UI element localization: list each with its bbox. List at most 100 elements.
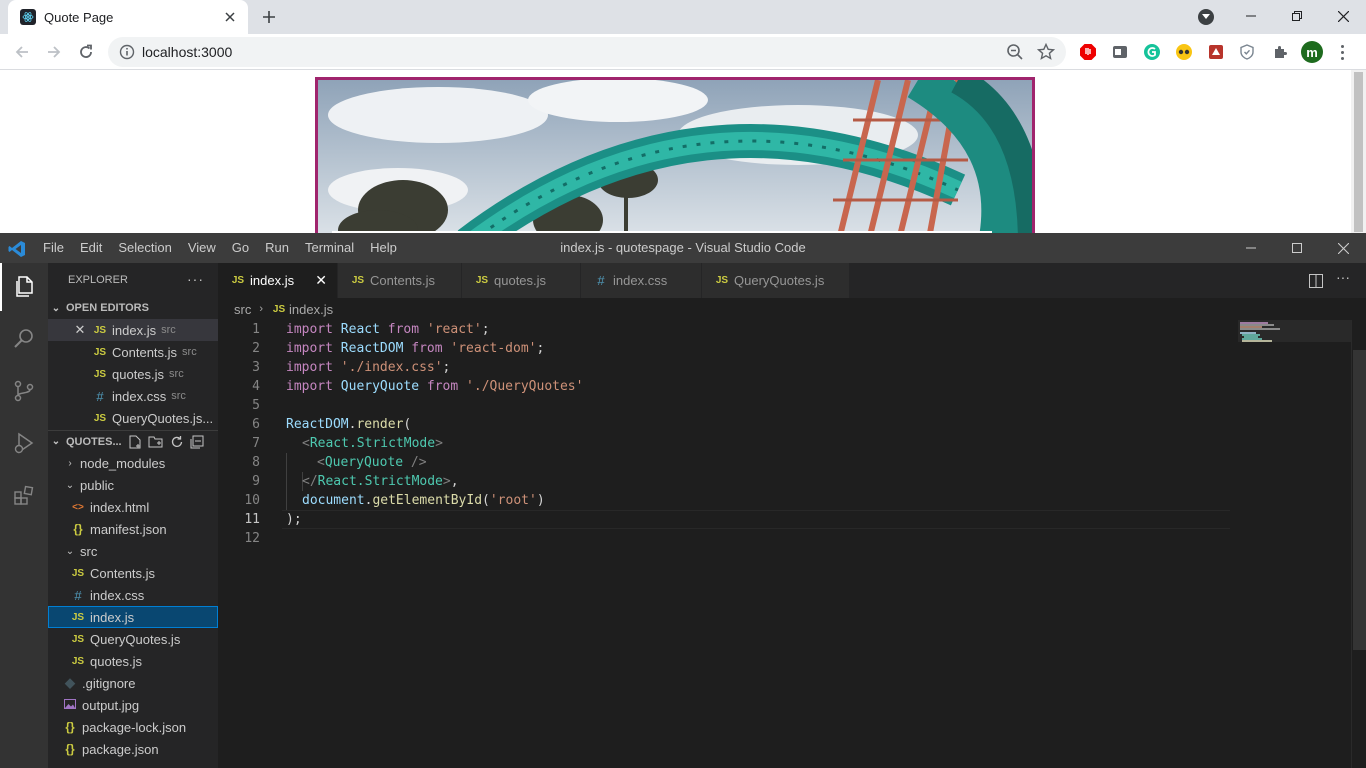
punctuation: , bbox=[450, 474, 459, 489]
open-editor-item[interactable]: ✕ JS index.js src bbox=[48, 319, 218, 341]
tab-index-js[interactable]: JS index.js ✕ bbox=[218, 263, 338, 298]
tree-folder[interactable]: ⌄ public bbox=[48, 474, 218, 496]
menu-selection[interactable]: Selection bbox=[110, 233, 179, 263]
minimap-line bbox=[1242, 340, 1272, 342]
keyword: import bbox=[286, 379, 333, 394]
tree-file[interactable]: JS Contents.js bbox=[48, 562, 218, 584]
vscode-maximize-icon[interactable] bbox=[1274, 233, 1320, 263]
tree-file[interactable]: JS quotes.js bbox=[48, 650, 218, 672]
address-bar[interactable]: localhost:3000 bbox=[108, 37, 1066, 67]
tree-file[interactable]: {} package.json bbox=[48, 738, 218, 760]
tab-contents-js[interactable]: JS Contents.js bbox=[338, 263, 462, 298]
explorer-files-icon[interactable] bbox=[0, 263, 48, 311]
menu-terminal[interactable]: Terminal bbox=[297, 233, 362, 263]
chrome-menu-icon[interactable] bbox=[1336, 42, 1348, 62]
menu-file[interactable]: File bbox=[35, 233, 72, 263]
profile-avatar[interactable]: m bbox=[1301, 41, 1323, 63]
tab-close-icon[interactable] bbox=[220, 7, 240, 27]
close-icon[interactable]: ✕ bbox=[315, 272, 327, 289]
site-info-icon[interactable] bbox=[119, 44, 135, 60]
tree-folder[interactable]: ⌄ src bbox=[48, 540, 218, 562]
open-editor-name: index.css bbox=[112, 388, 167, 404]
tab-search-icon[interactable] bbox=[1198, 9, 1214, 25]
bookmark-star-icon[interactable] bbox=[1037, 43, 1055, 61]
tab-label: QueryQuotes.js bbox=[734, 273, 825, 288]
search-icon[interactable] bbox=[0, 315, 48, 363]
chevron-right-icon: › bbox=[68, 457, 72, 469]
run-debug-icon[interactable] bbox=[0, 419, 48, 467]
zoom-icon[interactable] bbox=[1006, 43, 1024, 61]
menu-help[interactable]: Help bbox=[362, 233, 405, 263]
project-section[interactable]: ⌄ QUOTES... bbox=[48, 430, 218, 452]
string: 'react' bbox=[426, 322, 482, 337]
string: 'react-dom' bbox=[450, 341, 537, 356]
editor-scrollbar[interactable] bbox=[1351, 320, 1366, 768]
tree-item-label: index.js bbox=[90, 609, 135, 625]
extension-icon-5[interactable] bbox=[1206, 42, 1226, 62]
forward-arrow-icon[interactable] bbox=[42, 40, 66, 64]
tree-folder[interactable]: › node_modules bbox=[48, 452, 218, 474]
tree-file[interactable]: # index.css bbox=[48, 584, 218, 606]
breadcrumb-folder[interactable]: src bbox=[234, 302, 251, 317]
new-tab-icon[interactable] bbox=[258, 6, 280, 28]
page-scrollbar-thumb[interactable] bbox=[1354, 72, 1363, 232]
vscode-logo-icon bbox=[8, 241, 25, 257]
explorer-actions bbox=[128, 431, 204, 453]
more-actions-icon[interactable]: ··· bbox=[187, 271, 204, 287]
extensions-puzzle-icon[interactable] bbox=[1270, 42, 1290, 62]
extension-icon-2[interactable] bbox=[1110, 42, 1130, 62]
adblock-extension-icon[interactable] bbox=[1078, 42, 1098, 62]
menu-run[interactable]: Run bbox=[257, 233, 297, 263]
collapse-all-icon[interactable] bbox=[190, 435, 204, 449]
tab-index-css[interactable]: # index.css bbox=[581, 263, 702, 298]
close-window-icon[interactable] bbox=[1320, 0, 1366, 32]
grammarly-extension-icon[interactable] bbox=[1142, 42, 1162, 62]
tree-file[interactable]: ◆ .gitignore bbox=[48, 672, 218, 694]
split-editor-icon[interactable] bbox=[1308, 273, 1324, 289]
punctuation: ; bbox=[536, 341, 545, 356]
shield-extension-icon[interactable] bbox=[1237, 42, 1257, 62]
minimize-icon[interactable] bbox=[1228, 0, 1274, 32]
menu-edit[interactable]: Edit bbox=[72, 233, 110, 263]
restore-icon[interactable] bbox=[1274, 0, 1320, 32]
minimap[interactable] bbox=[1238, 320, 1352, 768]
menu-view[interactable]: View bbox=[180, 233, 224, 263]
open-editors-section[interactable]: ⌄ OPEN EDITORS bbox=[48, 297, 218, 319]
open-editor-item[interactable]: JS quotes.js src bbox=[48, 363, 218, 385]
tree-file[interactable]: output.jpg bbox=[48, 694, 218, 716]
breadcrumb-file[interactable]: index.js bbox=[289, 302, 333, 317]
editor-scrollbar-thumb[interactable] bbox=[1353, 350, 1366, 650]
tree-file-selected[interactable]: JS index.js bbox=[48, 606, 218, 628]
tab-queryquotes-js[interactable]: JS QueryQuotes.js bbox=[702, 263, 850, 298]
menu-go[interactable]: Go bbox=[224, 233, 257, 263]
code-editor[interactable]: 1 2 3 4 5 6 7 8 9 10 11 12 import React … bbox=[218, 320, 1238, 768]
close-icon[interactable]: ✕ bbox=[72, 322, 88, 338]
json-file-icon: {} bbox=[65, 742, 75, 756]
browser-tab[interactable]: Quote Page bbox=[8, 0, 248, 34]
open-editor-item[interactable]: # index.css src bbox=[48, 385, 218, 407]
back-arrow-icon[interactable] bbox=[10, 40, 34, 64]
reload-icon[interactable] bbox=[74, 40, 98, 64]
refresh-icon[interactable] bbox=[170, 435, 184, 449]
tree-item-label: QueryQuotes.js bbox=[90, 631, 181, 647]
indent-guide bbox=[286, 453, 287, 510]
tree-file[interactable]: JS QueryQuotes.js bbox=[48, 628, 218, 650]
page-scrollbar[interactable] bbox=[1351, 70, 1366, 233]
vscode-minimize-icon[interactable] bbox=[1228, 233, 1274, 263]
more-actions-icon[interactable]: ··· bbox=[1336, 269, 1350, 285]
page-viewport bbox=[0, 70, 1366, 233]
tree-file[interactable]: {} package-lock.json bbox=[48, 716, 218, 738]
open-editor-desc: src bbox=[171, 390, 186, 402]
vscode-close-icon[interactable] bbox=[1320, 233, 1366, 263]
extensions-icon[interactable] bbox=[0, 471, 48, 519]
new-folder-icon[interactable] bbox=[148, 435, 164, 449]
new-file-icon[interactable] bbox=[128, 435, 142, 449]
source-control-icon[interactable] bbox=[0, 367, 48, 415]
glasses-extension-icon[interactable] bbox=[1174, 42, 1194, 62]
tab-quotes-js[interactable]: JS quotes.js bbox=[462, 263, 581, 298]
open-editor-item[interactable]: JS QueryQuotes.js... bbox=[48, 407, 218, 429]
open-editor-item[interactable]: JS Contents.js src bbox=[48, 341, 218, 363]
tree-file[interactable]: <> index.html bbox=[48, 496, 218, 518]
open-editor-name: Contents.js bbox=[112, 344, 178, 360]
tree-file[interactable]: {} manifest.json bbox=[48, 518, 218, 540]
